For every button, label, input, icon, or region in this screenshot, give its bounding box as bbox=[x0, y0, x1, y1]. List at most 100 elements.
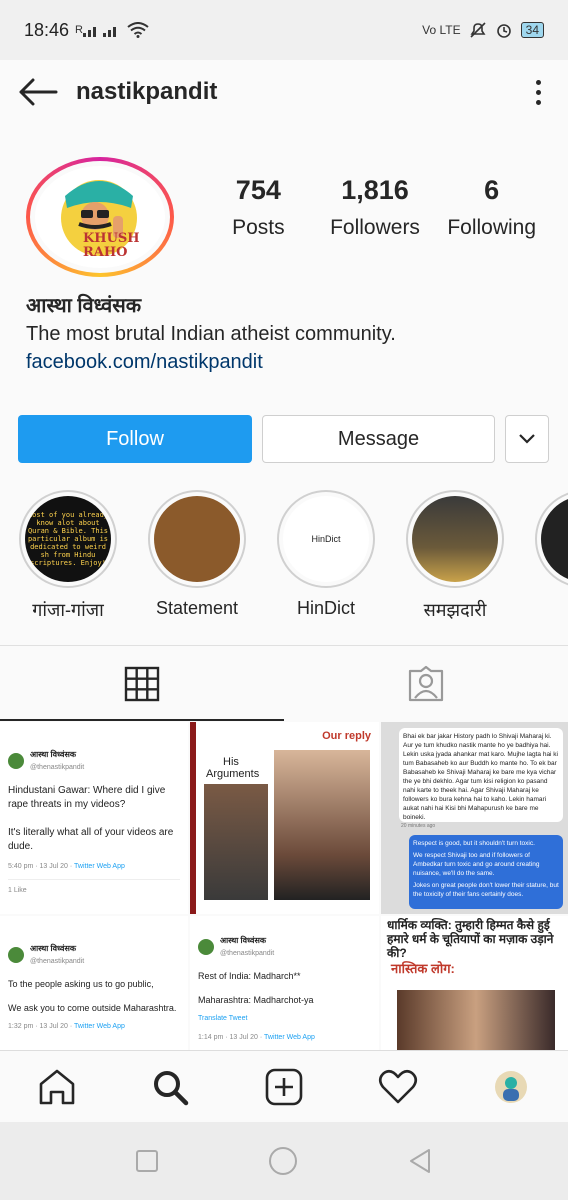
stat-label: Followers bbox=[330, 216, 420, 239]
highlight-item[interactable]: Most of you already know alot about Qura… bbox=[8, 490, 128, 622]
signal-icon bbox=[83, 27, 116, 37]
highlight-label: Statement bbox=[155, 598, 239, 618]
tab-grid[interactable] bbox=[0, 646, 284, 721]
highlight-cover bbox=[154, 496, 240, 582]
chat-time: 20 minutes ago bbox=[401, 823, 436, 829]
avatar[interactable]: KHUSH RAHO bbox=[26, 157, 174, 277]
active-tab-indicator bbox=[0, 719, 284, 721]
account-avatar-icon bbox=[8, 753, 24, 769]
more-options-button[interactable] bbox=[508, 79, 568, 105]
bio-text: The most brutal Indian atheist community… bbox=[26, 323, 396, 345]
post-photo-right bbox=[274, 750, 370, 900]
post-caption-right: Our reply bbox=[322, 730, 371, 742]
highlight-item[interactable]: HinDict HinDict bbox=[266, 490, 386, 619]
back-triangle-icon[interactable] bbox=[407, 1148, 433, 1174]
tweet-likes: 1 Like bbox=[8, 879, 180, 897]
heart-icon bbox=[378, 1069, 417, 1103]
system-navigation-bar bbox=[0, 1122, 568, 1200]
post-photo-left bbox=[204, 784, 268, 900]
post-thumbnail[interactable]: आस्था विध्वंसक @thenastikpandit To the p… bbox=[0, 916, 188, 1050]
profile-header: nastikpandit bbox=[0, 60, 568, 124]
post-thumbnail[interactable]: Bhai ek bar jakar History padh lo Shivaj… bbox=[381, 722, 568, 914]
arrow-left-icon bbox=[19, 78, 58, 106]
highlight-cover bbox=[412, 496, 498, 582]
tweet-handle: @thenastikpandit bbox=[220, 950, 275, 957]
post-thumbnail[interactable]: His Arguments Our reply bbox=[190, 722, 379, 914]
nav-new-post[interactable] bbox=[227, 1068, 341, 1106]
meme-subhead: नास्तिक लोग: bbox=[391, 961, 455, 976]
tweet-meta: 5:40 pm · 13 Jul 20 · Twitter Web App bbox=[8, 863, 125, 870]
chat-bubble-left: Bhai ek bar jakar History padh lo Shivaj… bbox=[399, 728, 563, 822]
more-dot-icon bbox=[535, 79, 541, 85]
highlight-item[interactable]: Statement bbox=[137, 490, 257, 619]
network-type: R bbox=[75, 24, 83, 36]
highlight-cover bbox=[541, 496, 568, 582]
tweet-handle: @thenastikpandit bbox=[30, 958, 85, 965]
status-time: 18:46 bbox=[24, 19, 70, 40]
home-icon bbox=[39, 1069, 75, 1104]
recents-icon[interactable] bbox=[135, 1149, 159, 1173]
more-dot-icon bbox=[535, 99, 541, 105]
profile-stats: 754 Posts 1,816 Followers 6 Following bbox=[200, 175, 550, 240]
avatar-image: KHUSH RAHO bbox=[35, 166, 165, 268]
tweet-account-name: आस्था विध्वंसक bbox=[220, 936, 267, 945]
message-button[interactable]: Message bbox=[262, 415, 495, 463]
battery-indicator: 34 bbox=[520, 22, 544, 38]
alarm-icon bbox=[496, 24, 511, 38]
wifi-icon bbox=[127, 22, 149, 38]
story-highlights: Most of you already know alot about Qura… bbox=[0, 490, 568, 630]
post-thumbnail[interactable]: धार्मिक व्यक्ति: तुम्हारी हिम्मत कैसे हु… bbox=[381, 916, 568, 1050]
add-post-icon bbox=[265, 1068, 303, 1105]
post-thumbnail[interactable]: आस्था विध्वंसक @thenastikpandit Hindusta… bbox=[0, 722, 188, 914]
nav-activity[interactable] bbox=[341, 1069, 455, 1105]
chevron-down-icon bbox=[519, 434, 535, 444]
tweet-header: आस्था विध्वंसक @thenastikpandit bbox=[8, 748, 180, 774]
stat-value: 1,816 bbox=[341, 175, 409, 205]
post-thumbnail[interactable]: आस्था विध्वंसक @thenastikpandit Rest of … bbox=[190, 916, 379, 1050]
grid-icon bbox=[124, 666, 160, 701]
tweet-account-name: आस्था विध्वंसक bbox=[30, 750, 77, 759]
highlight-label: HinDict bbox=[296, 598, 355, 618]
home-circle-icon[interactable] bbox=[268, 1146, 298, 1176]
profile-avatar-icon bbox=[495, 1070, 528, 1103]
status-bar: 18:46 R Vo LTE 34 bbox=[0, 0, 568, 60]
meme-headline: धार्मिक व्यक्ति: तुम्हारी हिम्मत कैसे हु… bbox=[387, 918, 554, 960]
search-icon bbox=[154, 1070, 189, 1105]
tweet-meta: 1:14 pm · 13 Jul 20 · Twitter Web App bbox=[198, 1034, 315, 1041]
highlight-label: गांजा-गांजा bbox=[32, 600, 104, 620]
tweet-account-name: आस्था विध्वंसक bbox=[30, 944, 77, 953]
posts-stat[interactable]: 754 Posts bbox=[200, 175, 317, 240]
highlight-label: समझदारी bbox=[423, 600, 487, 620]
bottom-navigation bbox=[0, 1050, 568, 1122]
meme-photo bbox=[397, 990, 555, 1050]
profile-display-name: आस्था विध्वंसक bbox=[26, 295, 142, 317]
profile-username: nastikpandit bbox=[76, 78, 218, 105]
highlight-cover: HinDict bbox=[283, 496, 369, 582]
follow-button[interactable]: Follow bbox=[18, 415, 252, 463]
following-stat[interactable]: 6 Following bbox=[433, 175, 550, 240]
tab-tagged[interactable] bbox=[284, 646, 568, 721]
avatar-text: KHUSH RAHO bbox=[83, 231, 140, 260]
followers-stat[interactable]: 1,816 Followers bbox=[317, 175, 434, 240]
highlight-item[interactable] bbox=[524, 490, 568, 588]
suggested-accounts-button[interactable] bbox=[505, 415, 549, 463]
tweet-handle: @thenastikpandit bbox=[30, 764, 85, 771]
nav-profile[interactable] bbox=[454, 1070, 568, 1104]
tweet-header: आस्था विध्वंसक @thenastikpandit bbox=[8, 942, 180, 968]
account-avatar-icon bbox=[198, 939, 214, 955]
nav-home[interactable] bbox=[0, 1068, 114, 1106]
nav-search[interactable] bbox=[114, 1068, 228, 1106]
tweet-text: Rest of India: Madharch** Maharashtra: M… bbox=[198, 971, 314, 1005]
tweet-text: Hindustani Gawar: Where did I give rape … bbox=[8, 785, 174, 852]
more-dot-icon bbox=[535, 89, 541, 95]
tweet-text: To the people asking us to go public, We… bbox=[8, 979, 177, 1013]
highlight-item[interactable]: समझदारी bbox=[395, 490, 515, 622]
tweet-translate: Translate Tweet bbox=[198, 1015, 248, 1022]
stat-label: Following bbox=[447, 216, 537, 239]
back-button[interactable] bbox=[0, 78, 76, 106]
bio-link[interactable]: facebook.com/nastikpandit bbox=[26, 348, 546, 376]
chat-bubble-right: Respect is good, but it shouldn't turn t… bbox=[409, 835, 563, 909]
highlight-cover: Most of you already know alot about Qura… bbox=[25, 496, 111, 582]
post-caption-left: His Arguments bbox=[206, 756, 260, 780]
tagged-user-icon bbox=[408, 665, 444, 701]
